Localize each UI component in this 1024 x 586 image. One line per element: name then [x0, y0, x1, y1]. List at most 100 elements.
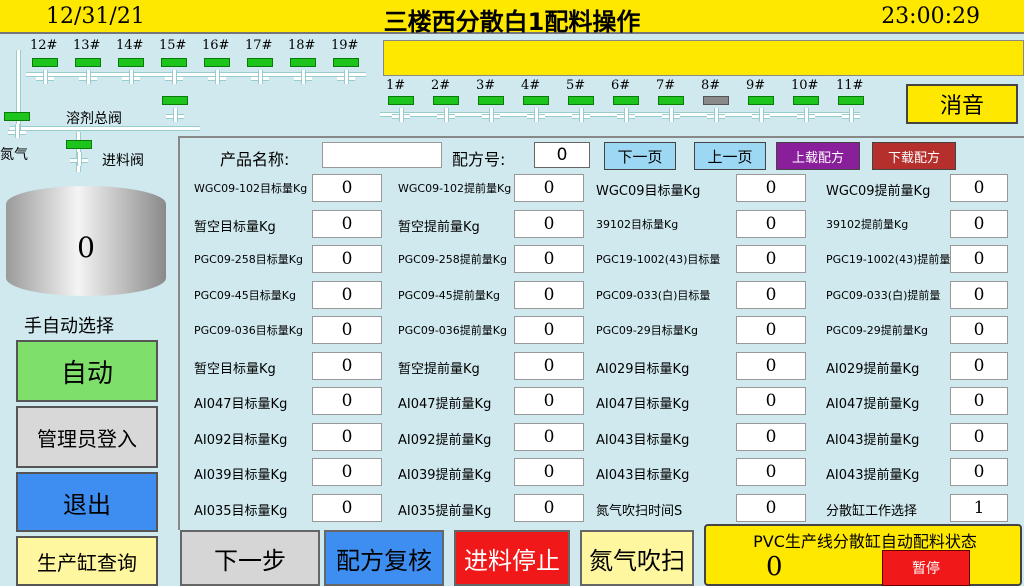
upload-recipe-button[interactable]: 上载配方: [776, 142, 860, 170]
valve-icon: [617, 108, 635, 122]
product-name-input[interactable]: [322, 142, 442, 168]
auto-mode-button[interactable]: 自动: [16, 340, 158, 402]
feed-valve[interactable]: [566, 96, 596, 124]
field-value-input[interactable]: 0: [950, 387, 1008, 415]
field-value-input[interactable]: 0: [312, 422, 382, 451]
field-value-input[interactable]: 0: [312, 280, 382, 309]
field-value-input[interactable]: 0: [736, 458, 806, 486]
feed-valve[interactable]: [656, 96, 686, 124]
valve-lamp: [748, 96, 774, 105]
field-value-input[interactable]: 0: [736, 209, 806, 238]
field-value-input[interactable]: 0: [736, 351, 806, 380]
valve-icon: [79, 70, 97, 84]
field-value-input[interactable]: 0: [312, 387, 382, 415]
valve-icon: [752, 108, 770, 122]
field-label: PGC09-29提前量Kg: [826, 324, 928, 337]
field-value-input[interactable]: 0: [950, 458, 1008, 486]
pause-button[interactable]: 暂停: [882, 550, 970, 586]
feed-valve[interactable]: [611, 96, 641, 124]
field-value-input[interactable]: 0: [514, 493, 584, 522]
solvent-valve[interactable]: [331, 58, 361, 86]
nitrogen-valve[interactable]: [2, 112, 32, 140]
next-page-button[interactable]: 下一页: [604, 142, 676, 170]
feed-inlet-valve[interactable]: [64, 140, 94, 168]
nitrogen-blow-button[interactable]: 氮气吹扫: [580, 530, 694, 586]
admin-login-button[interactable]: 管理员登入: [16, 406, 158, 468]
feed-valve[interactable]: [431, 96, 461, 124]
valve-lamp: [478, 96, 504, 105]
valve-lamp: [568, 96, 594, 105]
field-value-input[interactable]: 0: [950, 280, 1008, 309]
field-value-input[interactable]: 0: [514, 422, 584, 451]
field-label: AI047提前量Kg: [398, 397, 492, 412]
valve-lamp: [66, 140, 92, 149]
field-value-input[interactable]: 0: [950, 245, 1008, 273]
field-value-input[interactable]: 0: [950, 209, 1008, 238]
feed-valve-label: 8#: [701, 78, 721, 93]
field-value-input[interactable]: 0: [514, 174, 584, 202]
field-value-input[interactable]: 0: [514, 351, 584, 380]
field-value-input[interactable]: 0: [312, 209, 382, 238]
feed-valve[interactable]: [701, 96, 731, 124]
field-value-input[interactable]: 0: [950, 422, 1008, 451]
solvent-valve[interactable]: [159, 58, 189, 86]
valve-lamp: [118, 58, 144, 67]
solvent-valve[interactable]: [288, 58, 318, 86]
download-recipe-button[interactable]: 下载配方: [872, 142, 956, 170]
field-value-input[interactable]: 0: [514, 316, 584, 344]
field-value-input[interactable]: 0: [736, 422, 806, 451]
next-step-button[interactable]: 下一步: [180, 530, 320, 586]
field-value-input[interactable]: 0: [950, 316, 1008, 344]
field-value-input[interactable]: 0: [312, 351, 382, 380]
field-value-input[interactable]: 0: [514, 458, 584, 486]
feed-valve[interactable]: [521, 96, 551, 124]
solvent-valve[interactable]: [202, 58, 232, 86]
field-value-input[interactable]: 0: [736, 316, 806, 344]
field-value-input[interactable]: 0: [950, 351, 1008, 380]
field-value-input[interactable]: 0: [736, 387, 806, 415]
field-value-input[interactable]: 0: [514, 209, 584, 238]
field-value-input[interactable]: 0: [312, 174, 382, 202]
field-value-input[interactable]: 0: [312, 316, 382, 344]
field-value-input[interactable]: 0: [736, 280, 806, 309]
feed-valve-label: 进料阀: [102, 153, 144, 169]
solvent-main-valve[interactable]: [160, 96, 190, 124]
recipe-review-button[interactable]: 配方复核: [324, 530, 444, 586]
valve-lamp: [75, 58, 101, 67]
valve-icon: [437, 108, 455, 122]
field-value-input[interactable]: 0: [736, 493, 806, 522]
field-value-input[interactable]: 1: [950, 493, 1008, 522]
field-label: PGC19-1002(43)目标量: [596, 253, 721, 266]
field-value-input[interactable]: 0: [514, 280, 584, 309]
field-value-input[interactable]: 0: [514, 387, 584, 415]
feed-valve[interactable]: [746, 96, 776, 124]
field-value-input[interactable]: 0: [312, 458, 382, 486]
valve-icon: [482, 108, 500, 122]
solvent-valve[interactable]: [116, 58, 146, 86]
feed-valve[interactable]: [476, 96, 506, 124]
field-label: PGC09-45提前量Kg: [398, 288, 500, 302]
exit-button[interactable]: 退出: [16, 472, 158, 532]
solvent-valve[interactable]: [73, 58, 103, 86]
field-value-input[interactable]: 0: [736, 174, 806, 202]
feed-valve[interactable]: [791, 96, 821, 124]
production-vat-query-button[interactable]: 生产缸查询: [16, 536, 158, 586]
recipe-no-label: 配方号:: [452, 150, 506, 169]
field-value-input[interactable]: 0: [514, 245, 584, 273]
field-label: PGC09-033(白)目标量: [596, 288, 711, 302]
feed-valve[interactable]: [836, 96, 866, 124]
solvent-valve-label: 12#: [30, 38, 58, 53]
recipe-no-input[interactable]: 0: [534, 142, 590, 168]
field-value-input[interactable]: 0: [950, 174, 1008, 202]
solvent-valve[interactable]: [30, 58, 60, 86]
feed-valve[interactable]: [386, 96, 416, 124]
tank-weight-value: 0: [77, 231, 95, 264]
solvent-valve[interactable]: [245, 58, 275, 86]
mute-button[interactable]: 消音: [906, 84, 1018, 124]
field-label: AI043目标量Kg: [596, 432, 690, 448]
prev-page-button[interactable]: 上一页: [694, 142, 766, 170]
feed-stop-button[interactable]: 进料停止: [454, 530, 570, 586]
field-value-input[interactable]: 0: [312, 245, 382, 273]
field-value-input[interactable]: 0: [312, 493, 382, 522]
field-value-input[interactable]: 0: [736, 245, 806, 273]
